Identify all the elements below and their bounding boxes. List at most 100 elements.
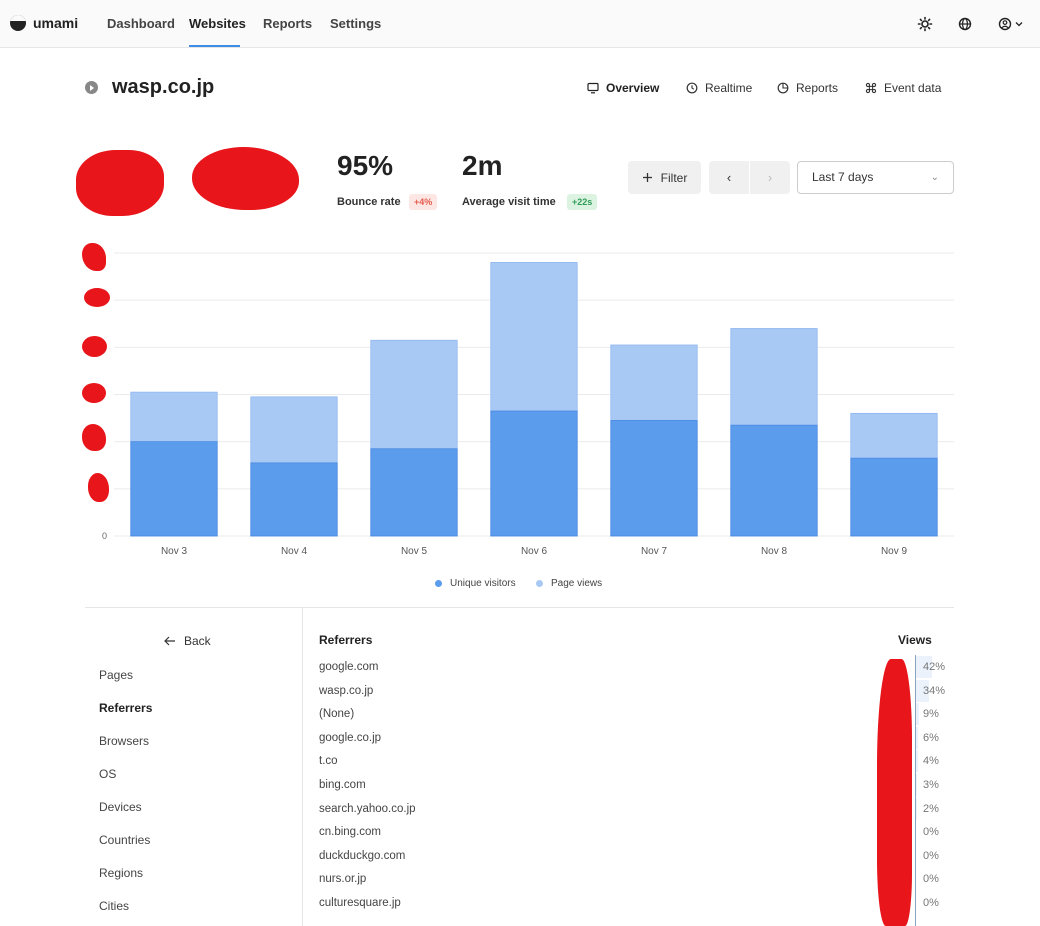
referrer-name[interactable]: bing.com	[319, 779, 366, 791]
language-globe-icon[interactable]	[955, 14, 975, 34]
legend-unique-visitors[interactable]: Unique visitors	[435, 578, 516, 589]
referrer-name[interactable]: culturesquare.jp	[319, 897, 401, 909]
date-range-select[interactable]: Last 7 days ⌄	[797, 161, 954, 194]
views-share-bar	[916, 703, 920, 726]
chevron-left-icon: ‹	[726, 170, 732, 185]
app-logo[interactable]: umami	[10, 15, 78, 31]
next-period-button[interactable]: ›	[750, 161, 790, 194]
date-range-value: Last 7 days	[812, 170, 874, 184]
site-title: wasp.co.jp	[112, 76, 215, 98]
filter-button-label: Filter	[660, 170, 688, 185]
bar-unique-visitors	[610, 420, 698, 537]
x-tick-label: Nov 3	[161, 546, 188, 557]
redacted-y-tick	[82, 424, 106, 451]
redacted-views-metric	[76, 150, 164, 216]
table-row[interactable]: (None) 9%	[319, 703, 949, 728]
nav-settings[interactable]: Settings	[330, 16, 381, 31]
top-nav: umami Dashboard Websites Reports Setting…	[0, 0, 1040, 48]
referrer-name[interactable]: t.co	[319, 755, 338, 767]
prev-period-button[interactable]: ‹	[709, 161, 749, 194]
bar-unique-visitors	[370, 448, 458, 537]
table-row[interactable]: google.co.jp 6%	[319, 726, 949, 752]
bounce-rate-change-badge: +4%	[409, 194, 438, 210]
referrer-percent: 4%	[923, 755, 939, 768]
referrer-name[interactable]: google.co.jp	[319, 732, 381, 744]
x-tick-label: Nov 4	[281, 546, 308, 557]
views-header: Views	[898, 633, 932, 647]
legend-label: Unique visitors	[450, 578, 516, 589]
side-menu-item-referrers[interactable]: Referrers	[99, 701, 152, 715]
visit-time-label: Average visit time	[462, 196, 556, 208]
table-row[interactable]: culturesquare.jp 0%	[319, 897, 949, 917]
table-row[interactable]: bing.com 3%	[319, 774, 949, 799]
views-share-bar	[916, 750, 918, 773]
referrer-percent: 2%	[923, 802, 939, 815]
referrer-percent: 0%	[923, 897, 939, 909]
redacted-y-tick	[82, 336, 107, 357]
profile-menu-icon[interactable]	[995, 14, 1029, 34]
redacted-views-counts	[877, 659, 912, 926]
bar-unique-visitors	[490, 410, 578, 537]
side-menu-item-os[interactable]: OS	[99, 767, 116, 781]
table-row[interactable]: search.yahoo.co.jp 2%	[319, 797, 949, 823]
bounce-rate-value: 95%	[337, 150, 394, 181]
tab-event-data[interactable]: Event data	[865, 81, 941, 95]
visit-time-value: 2m	[462, 150, 503, 181]
referrer-name[interactable]: cn.bing.com	[319, 826, 381, 838]
tab-reports[interactable]: Reports	[777, 81, 838, 95]
referrer-percent: 34%	[923, 684, 946, 697]
reports-icon	[777, 82, 789, 94]
side-menu-item-pages[interactable]: Pages	[99, 668, 133, 682]
legend-dot	[536, 580, 543, 587]
table-row[interactable]: nurs.or.jp 0%	[319, 873, 949, 893]
side-menu-item-countries[interactable]: Countries	[99, 833, 150, 847]
theme-sun-icon[interactable]	[915, 14, 935, 34]
referrer-percent: 42%	[923, 661, 946, 673]
referrer-name[interactable]: search.yahoo.co.jp	[319, 803, 416, 815]
referrer-name[interactable]: duckduckgo.com	[319, 850, 405, 862]
chevron-down-icon: ⌄	[930, 172, 939, 183]
arrow-left-icon	[164, 636, 175, 646]
nav-dashboard[interactable]: Dashboard	[107, 16, 175, 31]
side-menu-item-regions[interactable]: Regions	[99, 866, 143, 880]
clock-icon	[686, 82, 698, 94]
views-share-bar	[916, 726, 919, 749]
tab-realtime[interactable]: Realtime	[686, 81, 752, 95]
filter-button[interactable]: Filter	[628, 161, 701, 194]
referrer-percent: 9%	[923, 708, 939, 721]
nav-active-underline	[189, 45, 240, 47]
legend-dot	[435, 580, 442, 587]
table-row[interactable]: t.co 4%	[319, 750, 949, 775]
plus-icon	[642, 173, 652, 182]
back-button[interactable]: Back	[164, 634, 211, 648]
table-row[interactable]: wasp.co.jp 34%	[319, 679, 949, 705]
monitor-icon	[587, 82, 599, 94]
nav-websites[interactable]: Websites	[189, 16, 246, 31]
umami-logo-icon	[10, 15, 26, 31]
chevron-right-icon: ›	[767, 170, 773, 185]
tab-overview[interactable]: Overview	[587, 81, 659, 95]
referrer-name[interactable]: nurs.or.jp	[319, 873, 366, 885]
referrer-name[interactable]: google.com	[319, 661, 378, 673]
back-label: Back	[184, 634, 211, 648]
table-row[interactable]: google.com 42%	[319, 656, 949, 681]
event-data-icon	[865, 82, 877, 94]
redacted-y-tick	[88, 473, 109, 502]
app-name: umami	[33, 15, 79, 31]
legend-page-views[interactable]: Page views	[536, 578, 602, 589]
legend-label: Page views	[551, 578, 603, 589]
referrer-percent: 6%	[923, 731, 939, 744]
side-menu-item-browsers[interactable]: Browsers	[99, 734, 149, 748]
pageviews-chart: 0 Nov 3 Nov 4 Nov 5 Nov 6 Nov 7 Nov 8 Nov 9	[102, 252, 954, 557]
side-menu-item-cities[interactable]: Cities	[99, 899, 129, 913]
side-menu-item-devices[interactable]: Devices	[99, 800, 142, 814]
bounce-rate-label: Bounce rate	[337, 196, 401, 208]
x-tick-label: Nov 7	[641, 546, 668, 557]
table-row[interactable]: cn.bing.com 0%	[319, 826, 949, 846]
table-row[interactable]: duckduckgo.com 0%	[319, 850, 949, 870]
referrer-name[interactable]: wasp.co.jp	[319, 685, 373, 697]
bar-unique-visitors	[250, 462, 338, 537]
bar-unique-visitors	[130, 441, 218, 537]
nav-reports[interactable]: Reports	[263, 16, 312, 31]
referrer-name[interactable]: (None)	[319, 708, 354, 720]
